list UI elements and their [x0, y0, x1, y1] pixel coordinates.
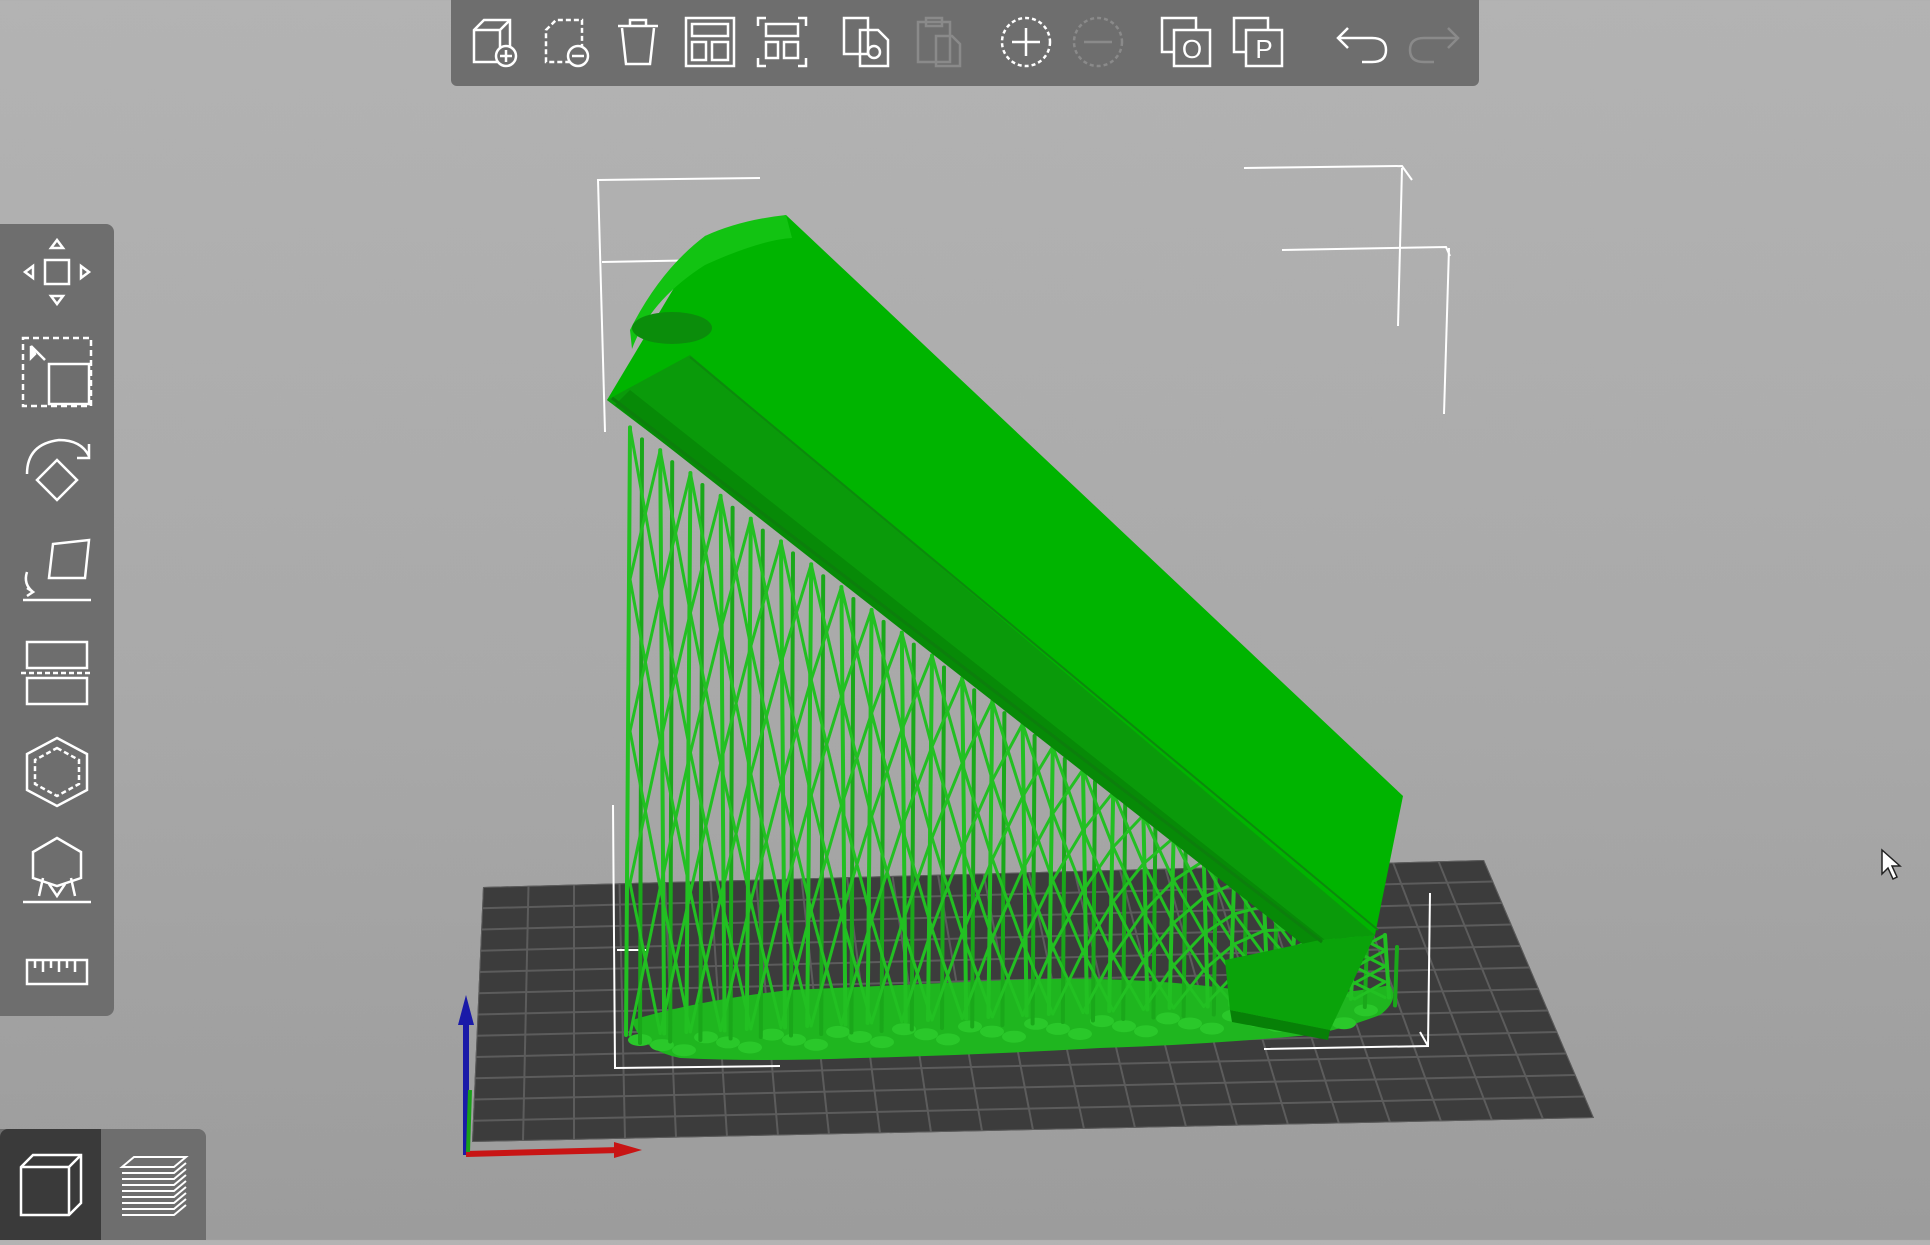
cut-icon [21, 640, 93, 706]
preview-layers-button[interactable] [103, 1129, 204, 1240]
split-to-objects-button[interactable]: O [1157, 12, 1215, 72]
arrange-selection-icon [756, 16, 808, 68]
rotate-icon [25, 438, 91, 502]
3d-view-icon [19, 1153, 82, 1216]
place-on-face-tool-button[interactable] [17, 532, 97, 612]
paste-button[interactable] [909, 12, 967, 72]
place-on-face-icon [23, 538, 91, 602]
top-toolbar: O P [451, 0, 1479, 86]
move-tool-button[interactable] [17, 232, 97, 312]
scale-icon [21, 336, 93, 408]
move-icon [22, 237, 92, 307]
delete-selection-button[interactable] [537, 12, 595, 72]
3d-scene-viewport[interactable] [0, 0, 1930, 1240]
support-points-icon [23, 836, 91, 904]
split-to-parts-letter: P [1255, 34, 1272, 64]
redo-button[interactable] [1405, 12, 1463, 72]
remove-instance-icon [1072, 16, 1124, 68]
undo-button[interactable] [1333, 12, 1391, 72]
copy-button[interactable] [837, 12, 895, 72]
redo-icon [1408, 27, 1460, 64]
add-object-button[interactable] [465, 12, 523, 72]
support-points-tool-button[interactable] [17, 832, 97, 912]
delete-selection-icon [544, 18, 590, 68]
add-instance-icon [1000, 16, 1052, 68]
hollow-icon [25, 736, 89, 808]
rotate-tool-button[interactable] [17, 432, 97, 512]
split-to-parts-icon: P [1232, 16, 1284, 68]
delete-all-button[interactable] [609, 12, 667, 72]
remove-instance-button[interactable] [1069, 12, 1127, 72]
left-gizmo-toolbar [0, 224, 114, 1016]
hollow-tool-button[interactable] [17, 732, 97, 812]
split-to-parts-button[interactable]: P [1229, 12, 1287, 72]
paste-icon [916, 16, 962, 68]
add-instance-button[interactable] [997, 12, 1055, 72]
mouse-cursor-icon [1881, 848, 1902, 881]
3d-view-button[interactable] [0, 1129, 101, 1240]
scale-tool-button[interactable] [17, 332, 97, 412]
cut-tool-button[interactable] [17, 632, 97, 712]
split-to-objects-icon: O [1160, 16, 1212, 68]
undo-icon [1336, 27, 1388, 64]
split-to-objects-letter: O [1182, 34, 1202, 64]
view-toggle-bar [0, 1129, 206, 1240]
add-object-icon [472, 18, 518, 68]
copy-icon [842, 16, 890, 68]
arrange-button[interactable] [681, 12, 739, 72]
arrange-icon [684, 16, 736, 68]
preview-layers-icon [118, 1155, 189, 1216]
delete-all-icon [618, 18, 658, 66]
measure-icon [25, 958, 89, 986]
arrange-selection-button[interactable] [753, 12, 811, 72]
measure-tool-button[interactable] [17, 932, 97, 1012]
